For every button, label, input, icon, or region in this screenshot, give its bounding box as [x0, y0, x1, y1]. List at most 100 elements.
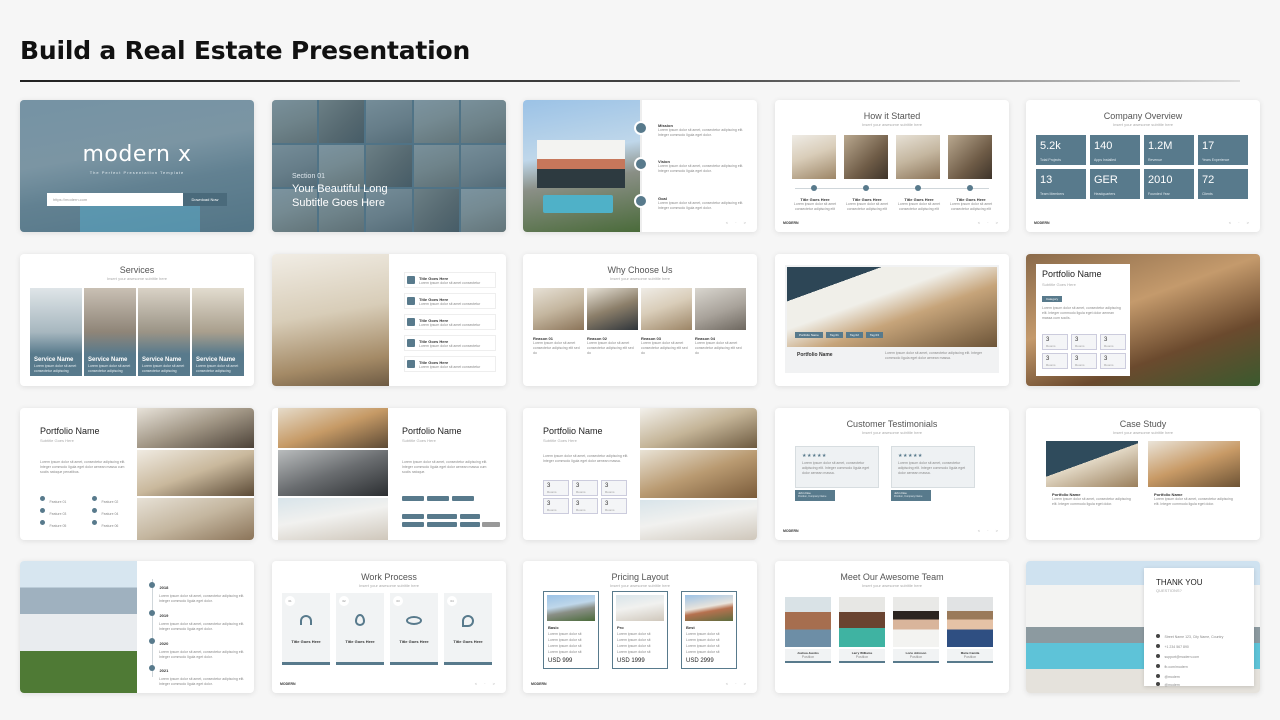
room-box: 3 Rooms: [572, 480, 598, 496]
service-card: Service Name Lorem ipsum dolor sit amet c…: [30, 288, 82, 376]
step: Title Goes Here Lorem ipsum dolor sit ame…: [844, 197, 890, 212]
portfolio-card-text: Lorem ipsum dolor sit amet, consectetur …: [1042, 306, 1121, 320]
pager: < · >: [977, 528, 1001, 533]
page-title: Build a Real Estate Presentation: [20, 36, 471, 65]
slide-work-process[interactable]: Work Process Insert your awesome subtitl…: [272, 561, 506, 693]
tag-chip[interactable]: [427, 514, 457, 519]
step-text: Lorem ipsum dolor sit amet consectetur a…: [949, 202, 993, 211]
plan-feature: Lorem ipsum dolor sit: [686, 632, 720, 636]
slide-features[interactable]: Title Goes Here Lorem ipsum dolor sit ame…: [272, 254, 506, 386]
room-box: 3 Rooms: [543, 498, 569, 514]
tab-tag-02[interactable]: Tag 02: [845, 332, 863, 338]
plan-feature: Lorem ipsum dolor sit: [548, 650, 582, 654]
slide-section[interactable]: Section 01 Your Beautiful Long Subtitle …: [272, 100, 506, 232]
testimonial-text: Lorem ipsum dolor sit amet, consectetur …: [802, 461, 870, 475]
goal-item: Goal Lorem ipsum dolor sit amet, consect…: [658, 196, 746, 211]
slide-pricing[interactable]: Pricing Layout Insert your awesome subti…: [523, 561, 757, 693]
slide-subheading: Insert your awesome subtitle here: [1112, 122, 1174, 127]
reason: Reason 01 Lorem ipsum dolor sit amet cons…: [533, 336, 583, 356]
slide-portfolio-boxes[interactable]: Portfolio Name Subtitle Goes Here Lorem …: [523, 408, 757, 540]
slide-testimonials[interactable]: Customer Testimonials Insert your awesom…: [775, 408, 1009, 540]
timeline-entry: 2019 Lorem ipsum dolor sit amet, consecte…: [149, 604, 245, 632]
slide-cover[interactable]: modern x The Perfect Presentation Templa…: [20, 100, 254, 232]
slide-portfolio-card[interactable]: Portfolio Name Subtitle Goes Here Catego…: [1026, 254, 1260, 386]
tag-chip[interactable]: [402, 496, 424, 501]
tab-tag-03[interactable]: Tag 03: [865, 332, 883, 338]
features-photo: [272, 254, 389, 386]
plan-photo: [547, 595, 595, 621]
tab-portfolio[interactable]: Portfolio Name: [795, 332, 823, 338]
room-box: 3 Rooms: [1100, 353, 1126, 369]
slide-subheading: Insert your awesome subtitle here: [1112, 430, 1174, 435]
timeline-dot: [967, 185, 973, 191]
slide-subheading: Insert your awesome subtitle here: [861, 430, 923, 435]
slide-company-overview[interactable]: Company Overview Insert your awesome sub…: [1026, 100, 1260, 232]
timeline-photo: [20, 561, 137, 693]
timeline-entry: 2018 Lorem ipsum dolor sit amet, consecte…: [149, 576, 245, 604]
process-title: Title Goes Here: [291, 639, 321, 644]
slide-why-choose-us[interactable]: Why Choose Us Insert your awesome subtit…: [523, 254, 757, 386]
slide-case-study[interactable]: Case Study Insert your awesome subtitle …: [1026, 408, 1260, 540]
cover-download-button[interactable]: Download Now: [183, 193, 227, 206]
tag-chip[interactable]: [460, 514, 480, 519]
portfolio-card-tag: Category: [1042, 296, 1063, 302]
reason-text: Lorem ipsum dolor sit amet consectetur a…: [587, 341, 634, 355]
slide-portfolio-wide[interactable]: Portfolio Name Tag 01 Tag 02 Tag 03 Port…: [775, 254, 1009, 386]
case-text: Lorem ipsum dolor sit amet, consectetur …: [1052, 497, 1131, 506]
heart-icon: [407, 276, 415, 284]
mission-item: Mission Lorem ipsum dolor sit amet, cons…: [658, 123, 746, 138]
tag-chip[interactable]: [452, 496, 474, 501]
plan-feature: Lorem ipsum dolor sit: [617, 632, 651, 636]
service-text: Lorem ipsum dolor sit amet consectetur a…: [34, 364, 77, 373]
process-card: 03 Title Goes Here: [390, 593, 438, 665]
tag-chip[interactable]: [482, 522, 500, 527]
slide-how-started[interactable]: How it Started Insert your awesome subti…: [775, 100, 1009, 232]
slide-services[interactable]: Services Insert your awesome subtitle he…: [20, 254, 254, 386]
tag-chip[interactable]: [427, 496, 449, 501]
slide-heading: Case Study: [1119, 419, 1167, 429]
tag-chip[interactable]: [402, 514, 424, 519]
slide-mission[interactable]: Mission Lorem ipsum dolor sit amet, cons…: [523, 100, 757, 232]
pager: < · >: [725, 220, 749, 225]
tag-chip[interactable]: [402, 522, 424, 527]
portfolio-photo: [137, 408, 254, 448]
service-name: Service Name: [196, 357, 236, 363]
case-photo: [1148, 441, 1240, 487]
timeline-dot: [811, 185, 817, 191]
service-name: Service Name: [88, 357, 128, 363]
slide-thank-you[interactable]: THANK YOU QUESTIONS? Street Name 123, Ci…: [1026, 561, 1260, 693]
portfolio-name: Portfolio Name: [402, 426, 462, 436]
avatar: [785, 597, 831, 647]
slide-heading: Company Overview: [1103, 111, 1183, 121]
feature-item: Title Goes Here Lorem ipsum dolor sit ame…: [404, 356, 496, 372]
feature-text: Lorem ipsum dolor sit amet consectetur: [419, 365, 481, 369]
step-text: Lorem ipsum dolor sit amet consectetur a…: [793, 202, 837, 211]
step-text: Lorem ipsum dolor sit amet consectetur a…: [897, 202, 941, 211]
portfolio-subtitle: Subtitle Goes Here: [402, 438, 436, 443]
timeline-line: [795, 188, 989, 189]
section-label: Section 01: [292, 173, 326, 180]
footer-brand: MODERN: [280, 682, 296, 686]
stat-box: 5.2k Total Projects: [1036, 135, 1086, 165]
mission-item-text: Lorem ipsum dolor sit amet, consectetur …: [658, 128, 744, 137]
tab-tag-01[interactable]: Tag 01: [825, 332, 843, 338]
pager: < · >: [977, 220, 1001, 225]
pager: < · >: [474, 681, 498, 686]
section-overlay: [272, 100, 506, 232]
room-box: 3 Rooms: [1042, 334, 1068, 350]
step: Title Goes Here Lorem ipsum dolor sit ame…: [948, 197, 994, 212]
slide-team[interactable]: Meet Our Awesome Team Insert your awesom…: [775, 561, 1009, 693]
slide-timeline[interactable]: 2018 Lorem ipsum dolor sit amet, consecte…: [20, 561, 254, 693]
slide-portfolio-features[interactable]: Portfolio Name Subtitle Goes Here Lorem …: [20, 408, 254, 540]
avatar: [947, 597, 993, 647]
headphones-icon: [300, 615, 312, 625]
team-member: Larry Williams Position: [839, 649, 885, 663]
plan-feature: Lorem ipsum dolor sit: [548, 638, 582, 642]
slide-heading: Work Process: [361, 572, 417, 582]
tag-chip[interactable]: [460, 522, 480, 527]
tag-chip[interactable]: [427, 522, 457, 527]
portfolio-photo: [278, 408, 388, 448]
slide-portfolio-tags[interactable]: Portfolio Name Subtitle Goes Here Lorem …: [272, 408, 506, 540]
cover-search-input[interactable]: https://modern.com: [47, 193, 183, 206]
process-card: 01 Title Goes Here: [282, 593, 330, 665]
